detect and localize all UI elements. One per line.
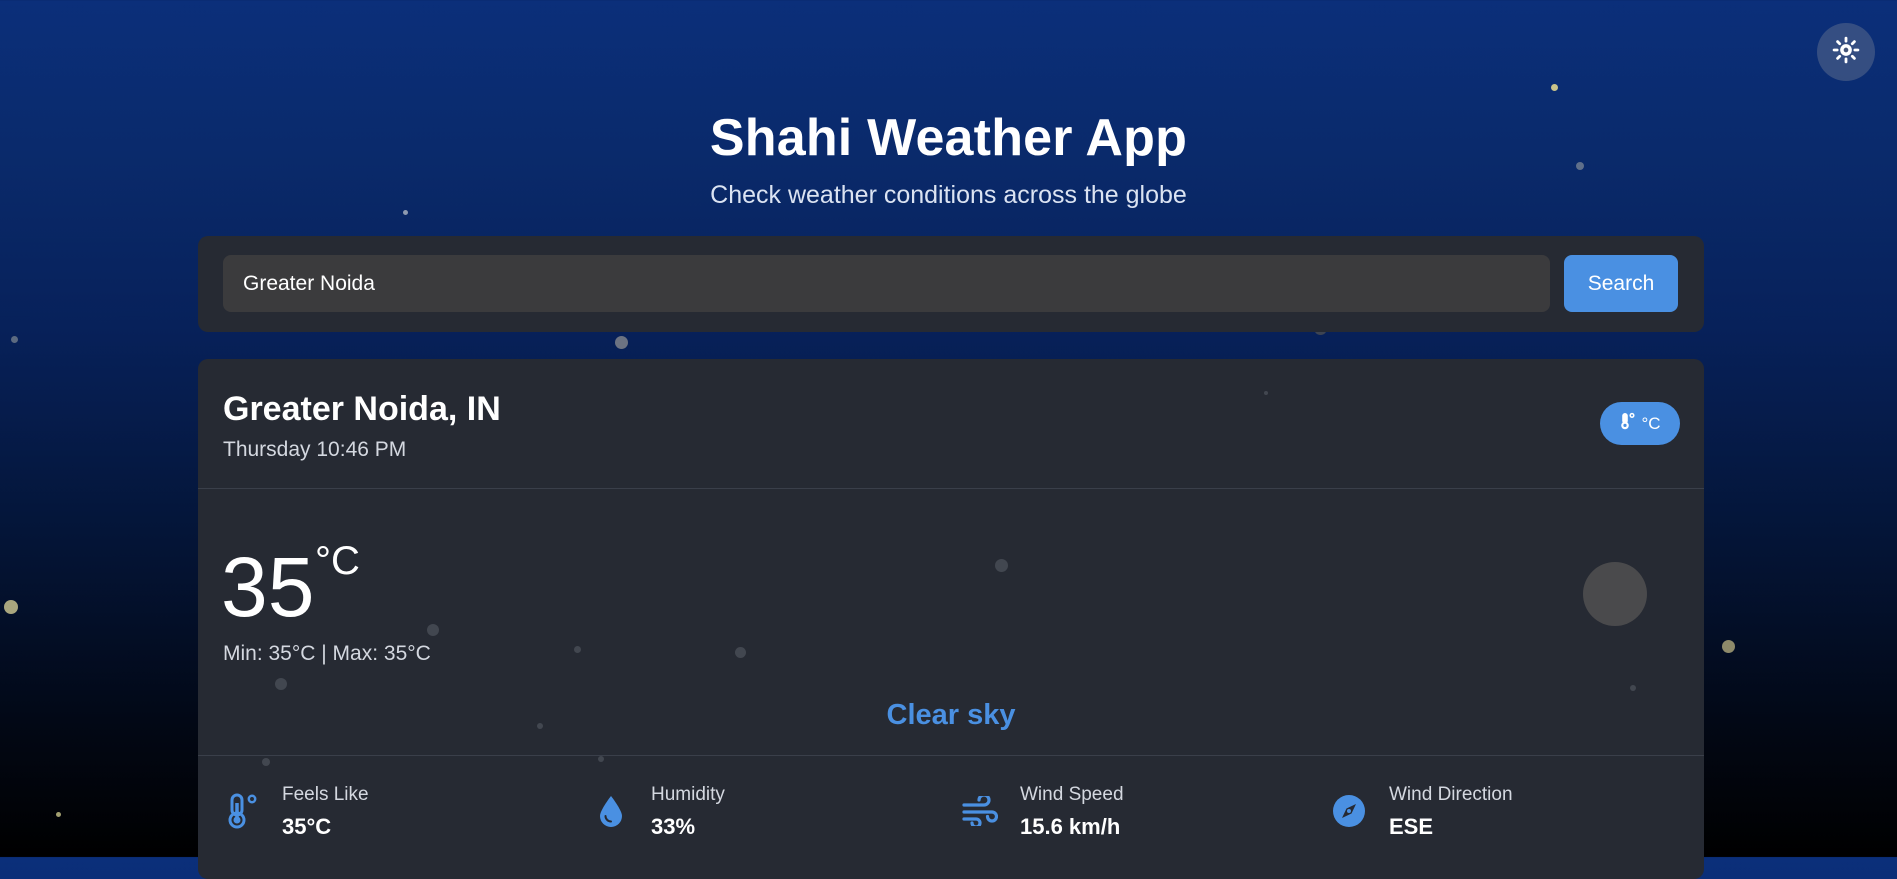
detail-value: 35°C — [282, 814, 332, 839]
app-title: Shahi Weather App — [709, 109, 1188, 167]
city-search-input[interactable] — [223, 255, 1550, 312]
star — [615, 336, 628, 349]
min-max-temperature: Min: 35°C | Max: 35°C — [223, 642, 431, 665]
search-button[interactable]: Search — [1564, 255, 1678, 312]
detail-wind-speed: Wind Speed 15.6 km/h — [961, 783, 1291, 843]
star — [1551, 84, 1558, 91]
thermometer-icon — [1619, 412, 1636, 435]
app-header: Shahi Weather App Check weather conditio… — [0, 108, 1897, 210]
weather-card-header: Greater Noida, IN Thursday 10:46 PM °C — [198, 359, 1704, 489]
weather-condition-icon — [1583, 562, 1647, 626]
weather-card: Greater Noida, IN Thursday 10:46 PM °C 3… — [198, 359, 1704, 879]
detail-label: Feels Like — [282, 784, 369, 805]
detail-label: Wind Speed — [1020, 784, 1124, 805]
detail-value: 33% — [651, 814, 696, 839]
date-time: Thursday 10:46 PM — [223, 438, 407, 461]
detail-label: Wind Direction — [1389, 784, 1513, 805]
theme-toggle-button[interactable] — [1817, 23, 1875, 81]
detail-label: Humidity — [651, 784, 725, 805]
weather-details: Feels Like 35°C Humidity 33% Wind Speed … — [198, 755, 1704, 879]
detail-humidity: Humidity 33% — [592, 783, 922, 843]
thermometer-icon — [223, 792, 261, 830]
sun-icon — [1832, 36, 1860, 69]
detail-wind-direction: Wind Direction ESE — [1330, 783, 1660, 843]
app-subtitle: Check weather conditions across the glob… — [710, 181, 1187, 209]
wind-icon — [961, 792, 999, 830]
detail-value: 15.6 km/h — [1020, 814, 1121, 839]
compass-icon — [1330, 792, 1368, 830]
current-temperature: 35 — [221, 540, 315, 634]
detail-feels-like: Feels Like 35°C — [223, 783, 553, 843]
star — [1722, 640, 1735, 653]
weather-condition: Clear sky — [886, 699, 1016, 731]
star — [11, 336, 18, 343]
unit-label: °C — [1641, 413, 1661, 433]
location-name: Greater Noida, IN — [223, 390, 501, 428]
star — [403, 210, 408, 215]
star — [56, 812, 61, 817]
search-panel: Search — [198, 236, 1704, 332]
water-drop-icon — [592, 792, 630, 830]
temperature-unit: °C — [315, 539, 360, 583]
detail-value: ESE — [1389, 814, 1434, 839]
star — [4, 600, 18, 614]
unit-toggle-button[interactable]: °C — [1600, 402, 1680, 445]
